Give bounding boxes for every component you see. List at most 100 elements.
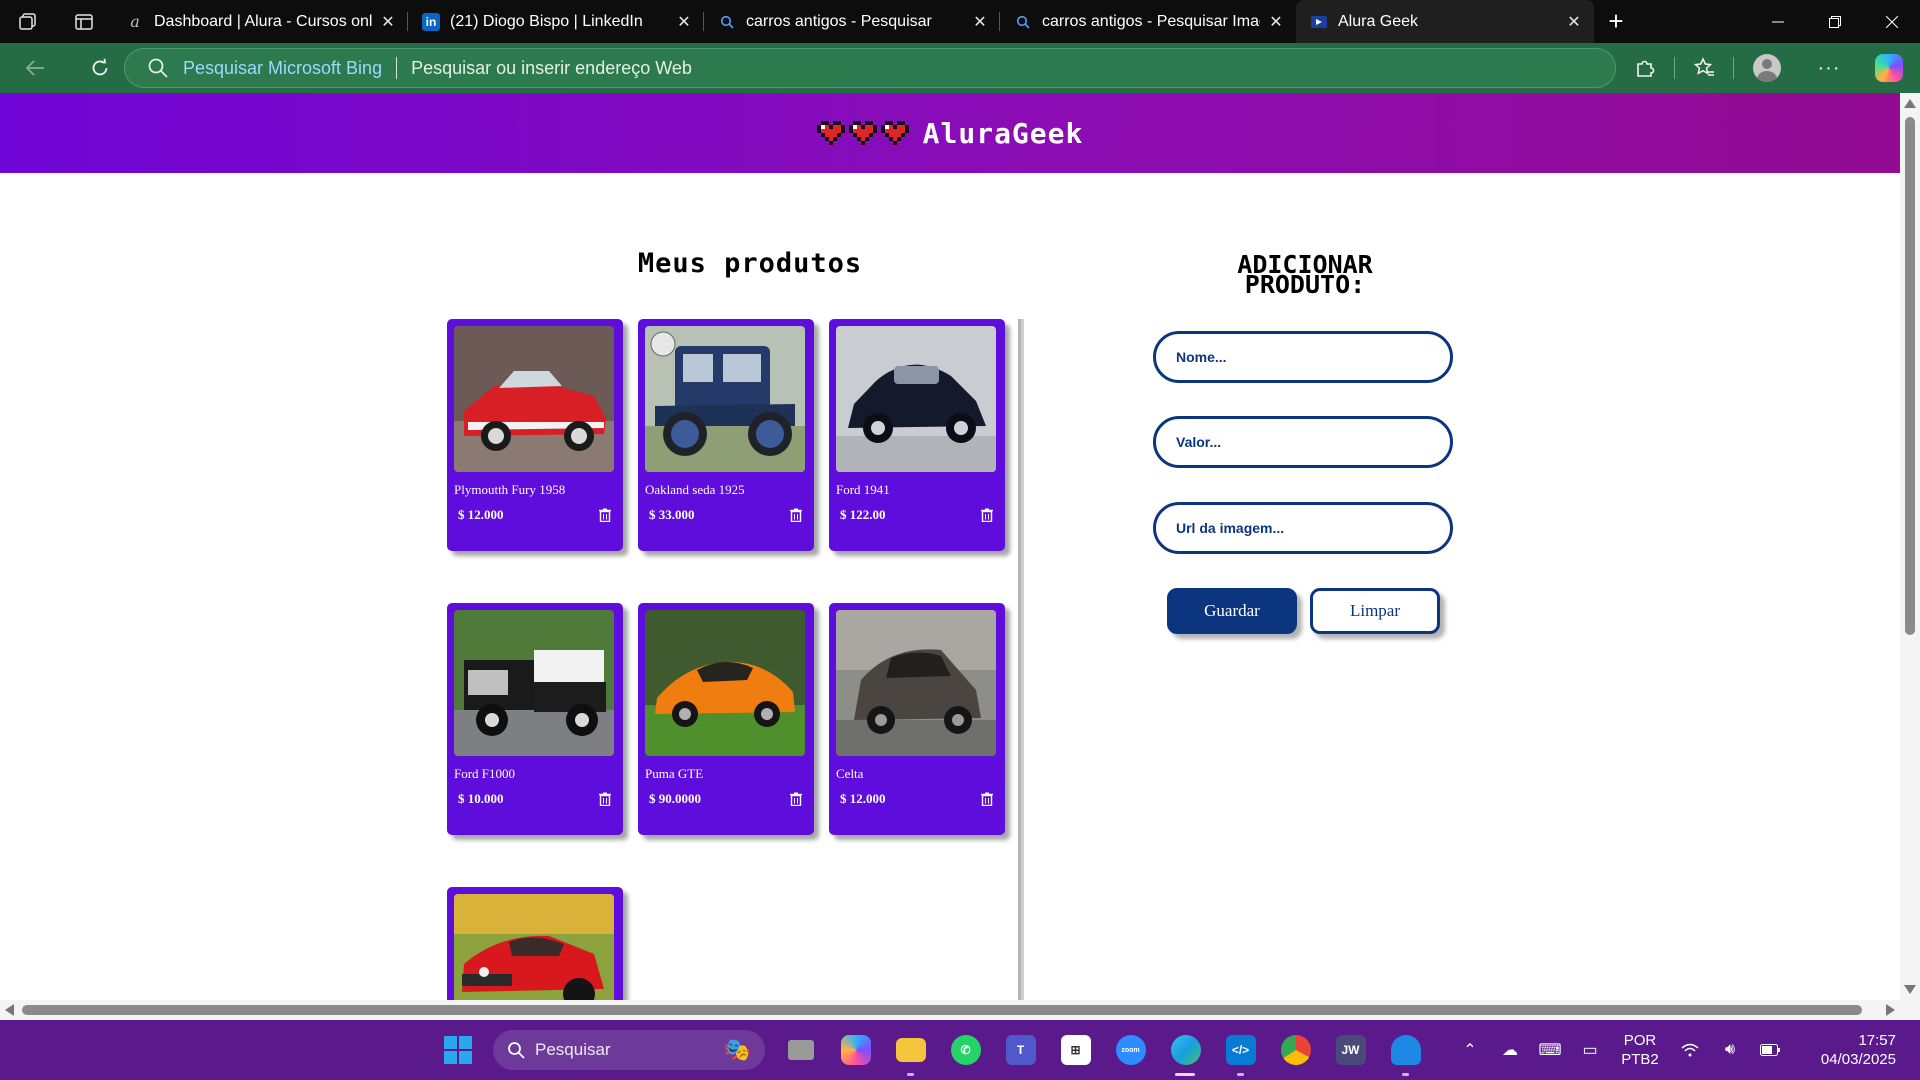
scroll-right-arrow-icon[interactable] [1886, 1004, 1895, 1016]
taskbar-jw[interactable]: JW [1323, 1020, 1378, 1080]
tab-alura-geek[interactable]: Alura Geek ✕ [1296, 0, 1594, 43]
close-tab-icon[interactable]: ✕ [970, 12, 990, 32]
tab-bing-search[interactable]: carros antigos - Pesquisar ✕ [704, 0, 1000, 43]
restore-button[interactable] [1806, 0, 1863, 43]
tab-strip: a Dashboard | Alura - Cursos online ✕ in… [0, 0, 1920, 43]
close-tab-icon[interactable]: ✕ [1564, 12, 1584, 32]
taskbar-whatsapp[interactable]: ✆ [938, 1020, 993, 1080]
trash-icon[interactable] [789, 792, 803, 806]
search-engine-label: Pesquisar Microsoft Bing [183, 57, 383, 78]
taskbar-store[interactable]: ⊞ [1048, 1020, 1103, 1080]
refresh-button[interactable] [75, 43, 125, 93]
scroll-up-arrow-icon[interactable] [1904, 99, 1916, 108]
running-indicator [1237, 1073, 1244, 1076]
product-price-row: $ 12.000 [454, 507, 616, 523]
taskbar-search[interactable]: Pesquisar 🎭 [493, 1030, 765, 1070]
close-tab-icon[interactable]: ✕ [1266, 12, 1286, 32]
back-arrow-icon [25, 60, 44, 76]
extensions-button[interactable] [1616, 43, 1674, 93]
minimize-button[interactable] [1749, 0, 1806, 43]
chrome-icon [1280, 1035, 1311, 1065]
name-input[interactable] [1176, 349, 1430, 365]
vertical-scrollbar[interactable] [1900, 93, 1920, 1000]
profile-button[interactable] [1734, 43, 1800, 93]
scrollbar-corner [1900, 1000, 1920, 1020]
taskbar-teams[interactable]: T [993, 1020, 1048, 1080]
taskbar-vscode[interactable]: </> [1213, 1020, 1268, 1080]
jw-icon: JW [1335, 1035, 1366, 1065]
taskbar-copilot[interactable] [828, 1020, 883, 1080]
settings-menu-button[interactable]: ··· [1800, 43, 1858, 93]
people-icon [1390, 1035, 1421, 1065]
taskbar-task-view[interactable] [773, 1020, 828, 1080]
tab-linkedin[interactable]: in (21) Diogo Bispo | LinkedIn ✕ [408, 0, 704, 43]
copilot-button[interactable] [1858, 43, 1920, 93]
puzzle-icon [1637, 60, 1655, 77]
trash-icon[interactable] [598, 792, 612, 806]
taskbar-chrome[interactable] [1268, 1020, 1323, 1080]
trash-icon[interactable] [789, 508, 803, 522]
image-url-input[interactable] [1176, 520, 1430, 536]
favorites-button[interactable] [1675, 43, 1733, 93]
carnival-mask-icon: 🎭 [723, 1037, 751, 1062]
taskbar-zoom[interactable]: zoom [1103, 1020, 1158, 1080]
copilot-icon [1875, 54, 1903, 82]
volume-icon[interactable]: 🔊︎ [1710, 1041, 1750, 1059]
show-hidden-icons-button[interactable]: ⌃ [1450, 1040, 1490, 1060]
language-indicator[interactable]: POR PTB2 [1610, 1031, 1670, 1069]
avatar-icon [1753, 54, 1781, 82]
product-name: Puma GTE [645, 766, 704, 781]
save-button[interactable]: Guardar [1167, 588, 1297, 634]
scroll-down-arrow-icon[interactable] [1904, 985, 1916, 994]
products-title: Meus produtos [637, 248, 863, 279]
taskbar-edge[interactable] [1158, 1020, 1213, 1080]
battery-icon[interactable] [1750, 1044, 1790, 1056]
tab-title: (21) Diogo Bispo | LinkedIn [450, 12, 643, 30]
onedrive-icon[interactable]: ☁ [1490, 1040, 1530, 1060]
image-url-field[interactable] [1153, 502, 1453, 554]
trash-icon[interactable] [980, 792, 994, 806]
start-button[interactable] [430, 1020, 485, 1080]
horizontal-scroll-thumb[interactable] [22, 1005, 1862, 1015]
tab-actions-icon [75, 13, 93, 30]
trash-icon[interactable] [980, 508, 994, 522]
value-input[interactable] [1176, 434, 1430, 450]
close-tab-icon[interactable]: ✕ [378, 12, 398, 32]
new-tab-button[interactable]: + [1594, 0, 1638, 43]
address-bar[interactable]: Pesquisar Microsoft Bing Pesquisar ou in… [124, 48, 1616, 88]
taskbar: Pesquisar 🎭 ✆ T ⊞ zoom </> JW ⌃ ☁ ⌨ ▭ PO… [0, 1020, 1920, 1080]
keyboard-icon[interactable]: ⌨ [1530, 1040, 1570, 1060]
restore-icon [1828, 15, 1841, 28]
wifi-icon[interactable] [1670, 1043, 1710, 1057]
product-image [645, 326, 805, 472]
vertical-tabs-button[interactable] [56, 0, 112, 43]
zoom-icon: zoom [1115, 1035, 1146, 1065]
clock[interactable]: 17:57 04/03/2025 [1790, 1031, 1920, 1069]
close-tab-icon[interactable]: ✕ [674, 12, 694, 32]
product-price: $ 12.000 [840, 791, 886, 806]
back-button[interactable] [10, 43, 60, 93]
tab-title: Dashboard | Alura - Cursos online [154, 12, 372, 30]
scroll-left-arrow-icon[interactable] [5, 1004, 14, 1016]
horizontal-scrollbar[interactable] [0, 1000, 1900, 1020]
trash-icon[interactable] [598, 508, 612, 522]
product-image [454, 610, 614, 756]
taskbar-people[interactable] [1378, 1020, 1433, 1080]
value-field[interactable] [1153, 416, 1453, 468]
favorites-star-icon [1693, 57, 1714, 76]
brand-logo[interactable]: AluraGeek [816, 117, 1084, 150]
tab-alura-dashboard[interactable]: a Dashboard | Alura - Cursos online ✕ [112, 0, 408, 43]
vertical-scroll-thumb[interactable] [1905, 117, 1915, 635]
pixel-heart-icon [816, 121, 845, 145]
close-window-button[interactable] [1863, 0, 1920, 43]
clock-date: 04/03/2025 [1820, 1051, 1896, 1068]
name-field[interactable] [1153, 331, 1453, 383]
workspaces-button[interactable] [0, 0, 56, 43]
tab-title: Alura Geek [1338, 12, 1419, 30]
taskbar-file-explorer[interactable] [883, 1020, 938, 1080]
clear-button[interactable]: Limpar [1310, 588, 1440, 634]
tab-bing-images[interactable]: carros antigos - Pesquisar Imagens ✕ [1000, 0, 1296, 43]
running-indicator [907, 1073, 914, 1076]
product-price: $ 10.000 [458, 791, 504, 806]
display-icon[interactable]: ▭ [1570, 1040, 1610, 1060]
